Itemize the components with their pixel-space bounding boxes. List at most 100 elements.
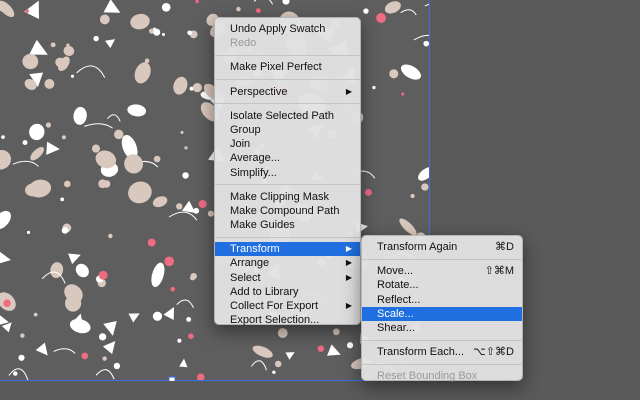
menu-separator	[215, 236, 360, 238]
selection-handle[interactable]	[168, 376, 176, 381]
pattern-dot	[188, 333, 194, 339]
submenu-arrow-icon: ▶	[345, 301, 352, 310]
menu-item-label: Join	[230, 138, 251, 151]
menu-item-label: Move...	[377, 265, 414, 278]
context-menu-item-make-guides[interactable]: Make Guides	[215, 218, 360, 232]
transform-menu-item-transform-each[interactable]: Transform Each... ⌥⇧⌘D	[362, 345, 522, 359]
pattern-dot	[153, 155, 161, 163]
transform-menu-item-transform-again[interactable]: Transform Again ⌘D	[362, 240, 522, 254]
pattern-dot	[196, 373, 205, 381]
menu-item-label: Select	[230, 271, 261, 284]
menu-item-label: Add to Library	[230, 285, 299, 298]
pattern-dot	[410, 193, 415, 199]
context-menu-item-simplify[interactable]: Simplify...	[215, 166, 360, 180]
context-menu-item-arrange[interactable]: Arrange ▶	[215, 256, 360, 270]
transform-menu-item-move[interactable]: Move... ⇧⌘M	[362, 264, 522, 278]
pattern-dot	[44, 78, 55, 89]
pattern-dot	[317, 345, 325, 352]
pattern-dot	[60, 197, 65, 202]
transform-menu-item-scale[interactable]: Scale...	[362, 306, 522, 321]
pattern-dot	[192, 83, 202, 93]
shortcut-text: ⇧⌘M	[484, 265, 514, 278]
shortcut-text: ⌘D	[495, 241, 514, 253]
pattern-dot	[255, 8, 261, 14]
menu-item-label: Redo	[230, 37, 257, 50]
pattern-dot	[22, 140, 28, 146]
menu-item-label: Transform Again	[377, 241, 458, 253]
menu-separator	[362, 258, 522, 260]
context-menu-item-make-compound-path[interactable]: Make Compound Path	[215, 204, 360, 218]
pattern-dot	[113, 362, 121, 370]
context-menu-item-add-to-library[interactable]: Add to Library	[215, 285, 360, 299]
pattern-dot	[81, 352, 89, 360]
pattern-dot	[207, 210, 214, 217]
menu-item-label: Scale...	[377, 307, 414, 320]
context-menu-item-transform[interactable]: Transform ▶	[215, 242, 360, 257]
pattern-dot	[98, 179, 108, 189]
transform-menu-item-rotate[interactable]: Rotate...	[362, 278, 522, 292]
menu-item-label: Simplify...	[230, 166, 277, 179]
context-menu-item-collect-for-export[interactable]: Collect For Export ▶	[215, 299, 360, 313]
submenu-arrow-icon: ▶	[345, 86, 352, 96]
pattern-dot	[421, 183, 429, 191]
pattern-dot	[99, 333, 107, 341]
pattern-dot	[372, 85, 376, 90]
submenu-arrow-icon: ▶	[345, 272, 352, 282]
transform-menu-item-shear[interactable]: Shear...	[362, 321, 522, 335]
pattern-dot	[180, 130, 184, 134]
pattern-dot	[102, 356, 107, 361]
pattern-dot	[98, 270, 108, 280]
pattern-dot	[153, 28, 161, 36]
pattern-dot	[423, 40, 430, 47]
menu-separator	[215, 184, 360, 186]
transform-menu-item-reset-bounding-box: Reset Bounding Box	[362, 369, 522, 383]
pattern-dot	[389, 69, 399, 79]
menu-item-label: Isolate Selected Path	[230, 109, 334, 122]
pattern-dot	[61, 135, 67, 140]
context-menu-item-join[interactable]: Join	[215, 137, 360, 151]
context-menu-item-redo: Redo	[215, 36, 360, 50]
context-menu-item-make-clipping-mask[interactable]: Make Clipping Mask	[215, 190, 360, 204]
menu-separator	[215, 54, 360, 56]
menu-item-label: Rotate...	[377, 279, 419, 292]
pattern-dot	[164, 256, 175, 267]
context-menu-item-export-selection[interactable]: Export Selection...	[215, 313, 360, 327]
pattern-dot	[401, 92, 405, 96]
menu-item-label: Reset Bounding Box	[377, 370, 478, 383]
pattern-dot	[3, 299, 11, 307]
pattern-dot	[33, 312, 38, 317]
context-menu-item-undo-apply-swatch[interactable]: Undo Apply Swatch	[215, 22, 360, 36]
context-menu: Undo Apply Swatch Redo Make Pixel Perfect P…	[214, 17, 361, 327]
context-menu-item-select[interactable]: Select ▶	[215, 271, 360, 285]
pattern-dot	[272, 370, 276, 374]
pattern-dot	[13, 371, 18, 376]
pattern-dot	[363, 8, 369, 14]
context-menu-item-average[interactable]: Average...	[215, 151, 360, 165]
pattern-dot	[332, 328, 340, 336]
pattern-dot	[26, 230, 31, 234]
menu-separator	[362, 363, 522, 365]
pattern-dot	[182, 172, 189, 179]
pattern-dot	[114, 129, 124, 140]
menu-separator	[362, 339, 522, 341]
pattern-dot	[186, 317, 192, 322]
menu-item-label: Perspective	[230, 85, 288, 98]
context-menu-item-make-pixel-perfect[interactable]: Make Pixel Perfect	[215, 60, 360, 74]
pattern-dot	[176, 203, 183, 210]
menu-item-label: Make Pixel Perfect	[230, 61, 322, 74]
menu-item-label: Make Guides	[230, 219, 295, 232]
submenu-arrow-icon: ▶	[345, 244, 352, 254]
menu-item-label: Make Compound Path	[230, 204, 340, 217]
menu-item-label: Shear...	[377, 321, 415, 334]
pattern-dot	[50, 42, 56, 48]
context-menu-item-isolate-selected-path[interactable]: Isolate Selected Path	[215, 109, 360, 123]
pattern-dot	[144, 58, 150, 64]
context-menu-item-group[interactable]: Group	[215, 123, 360, 137]
menu-item-label: Reflect...	[377, 293, 421, 306]
pattern-dot	[25, 9, 29, 13]
context-menu-item-perspective[interactable]: Perspective ▶	[215, 85, 360, 99]
pattern-dot	[91, 144, 101, 153]
transform-menu-item-reflect[interactable]: Reflect...	[362, 293, 522, 307]
pattern-dot	[277, 328, 288, 338]
pattern-dot	[66, 43, 70, 47]
